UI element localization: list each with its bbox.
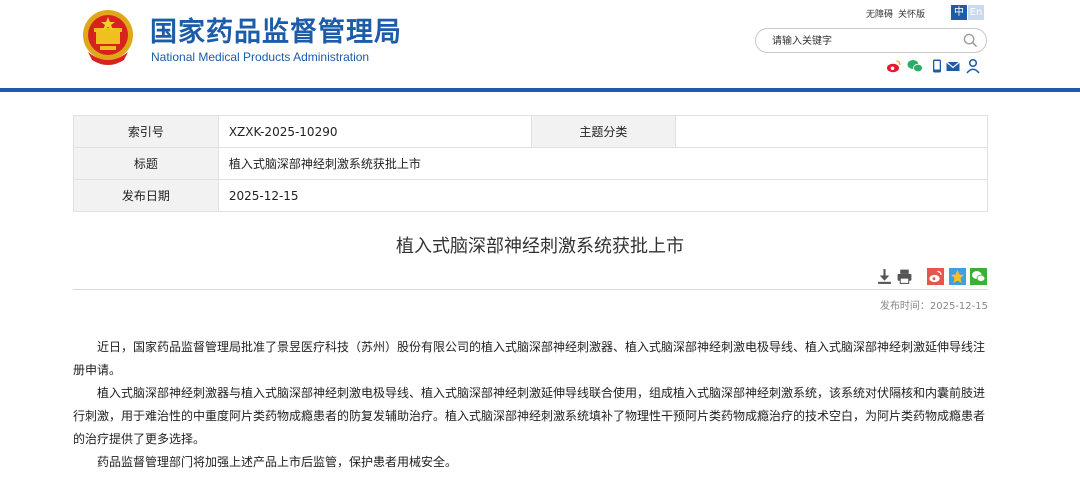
print-icon[interactable] bbox=[896, 268, 913, 285]
paragraph: 药品监督管理部门将加强上述产品上市后监管，保护患者用械安全。 bbox=[97, 455, 458, 469]
paragraph: 植入式脑深部神经刺激器与植入式脑深部神经刺激电极导线、植入式脑深部神经刺激延伸导… bbox=[73, 386, 986, 446]
table-row: 发布日期 2025-12-15 bbox=[73, 179, 989, 212]
top-links: 无障碍 关怀版 bbox=[866, 7, 930, 21]
table-row: 索引号 XZXK-2025-10290 主题分类 bbox=[73, 115, 988, 148]
mobile-icon[interactable] bbox=[929, 58, 945, 74]
site-title[interactable]: 国家药品监督管理局 bbox=[150, 10, 402, 49]
table-row: 标题 植入式脑深部神经刺激系统获批上市 bbox=[73, 147, 989, 180]
weibo-share-icon[interactable] bbox=[927, 268, 944, 285]
search-box bbox=[755, 28, 987, 53]
site-header: 国家药品监督管理局 National Medical Products Admi… bbox=[0, 0, 1080, 88]
publish-time: 发布时间：2025-12-15 bbox=[879, 301, 988, 312]
qzone-share-icon[interactable] bbox=[949, 268, 966, 285]
info-table: 索引号 XZXK-2025-10290 主题分类 标题 植入式脑深部神经刺激系统… bbox=[73, 115, 989, 212]
national-emblem-icon bbox=[83, 10, 133, 65]
search-input[interactable] bbox=[770, 33, 954, 50]
accessibility-link[interactable]: 无障碍 bbox=[866, 10, 893, 20]
topic-label: 主题分类 bbox=[530, 115, 677, 148]
lang-en-button[interactable]: En bbox=[968, 5, 984, 20]
article-tools bbox=[0, 268, 1080, 286]
title-value: 植入式脑深部神经刺激系统获批上市 bbox=[217, 147, 989, 180]
title-label: 标题 bbox=[73, 147, 219, 180]
date-value: 2025-12-15 bbox=[217, 179, 989, 212]
article-body: 近日，国家药品监督管理局批准了景昱医疗科技（苏州）股份有限公司的植入式脑深部神经… bbox=[73, 336, 989, 474]
mail-icon[interactable] bbox=[945, 58, 961, 74]
wechat-icon[interactable] bbox=[907, 58, 923, 74]
header-divider bbox=[0, 88, 1080, 92]
article-title: 植入式脑深部神经刺激系统获批上市 bbox=[396, 236, 684, 257]
weibo-icon[interactable] bbox=[886, 58, 902, 74]
site-subtitle: National Medical Products Administration bbox=[151, 50, 370, 64]
title-divider bbox=[73, 289, 988, 290]
search-icon[interactable] bbox=[963, 33, 978, 48]
wechat-share-icon[interactable] bbox=[970, 268, 987, 285]
topic-value bbox=[675, 115, 988, 148]
date-label: 发布日期 bbox=[73, 179, 219, 212]
paragraph: 近日，国家药品监督管理局批准了景昱医疗科技（苏州）股份有限公司的植入式脑深部神经… bbox=[73, 340, 986, 377]
user-icon[interactable] bbox=[965, 58, 981, 74]
index-value: XZXK-2025-10290 bbox=[217, 115, 532, 148]
index-label: 索引号 bbox=[73, 115, 219, 148]
download-icon[interactable] bbox=[876, 268, 893, 285]
lang-zh-button[interactable]: 中 bbox=[951, 5, 967, 20]
care-mode-link[interactable]: 关怀版 bbox=[898, 10, 925, 20]
